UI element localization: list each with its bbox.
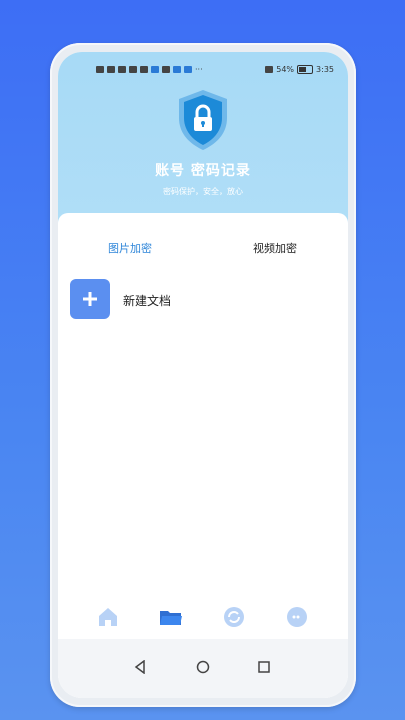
page-title: 账号 密码记录 — [155, 163, 251, 179]
system-navigation-bar — [58, 639, 348, 698]
back-button[interactable] — [130, 657, 150, 677]
wifi-icon — [129, 65, 137, 73]
status-icons-left: ··· — [96, 65, 203, 74]
tab-image-encrypt[interactable]: 图片加密 — [108, 240, 152, 256]
status-bar: ··· 54% 3:35 — [58, 62, 348, 76]
home-circle-icon — [196, 660, 210, 674]
home-icon — [99, 608, 117, 626]
shield-lock-icon — [175, 88, 231, 152]
app-screen: ··· 54% 3:35 账号 密码记录 密码保护，安全，放心 图片加密 视频加… — [58, 52, 348, 698]
message-icon — [140, 65, 148, 73]
app-notification-icon — [151, 65, 159, 73]
battery-icon — [297, 64, 314, 74]
vibrate-icon — [265, 65, 274, 73]
back-triangle-icon — [134, 660, 145, 674]
tab-video-encrypt[interactable]: 视频加密 — [253, 240, 297, 256]
more-notifications-icon: ··· — [195, 64, 203, 74]
home-button[interactable] — [193, 657, 213, 677]
app-notification-icon — [184, 65, 192, 73]
recents-square-icon — [258, 661, 270, 673]
battery-percent: 54% — [276, 64, 295, 74]
sync-icon — [224, 607, 244, 627]
new-document-label[interactable]: 新建文档 — [123, 292, 171, 309]
nav-home[interactable] — [93, 602, 123, 632]
recents-button[interactable] — [254, 657, 274, 677]
folder-icon — [160, 611, 182, 625]
plus-icon — [83, 292, 97, 306]
status-icons-right: 54% 3:35 — [265, 64, 334, 74]
clock: 3:35 — [316, 64, 334, 74]
chat-icon — [287, 607, 307, 627]
signal-icon — [118, 65, 126, 73]
nav-chat[interactable] — [282, 602, 312, 632]
hd-icon — [96, 65, 104, 73]
nav-sync[interactable] — [219, 602, 249, 632]
page-subtitle: 密码保护，安全，放心 — [163, 187, 243, 196]
nav-folder[interactable] — [156, 602, 186, 632]
signal-icon — [107, 65, 115, 73]
app-notification-icon — [173, 65, 181, 73]
add-document-button[interactable] — [70, 279, 110, 319]
app-notification-icon — [162, 65, 170, 73]
bottom-nav — [58, 602, 348, 632]
